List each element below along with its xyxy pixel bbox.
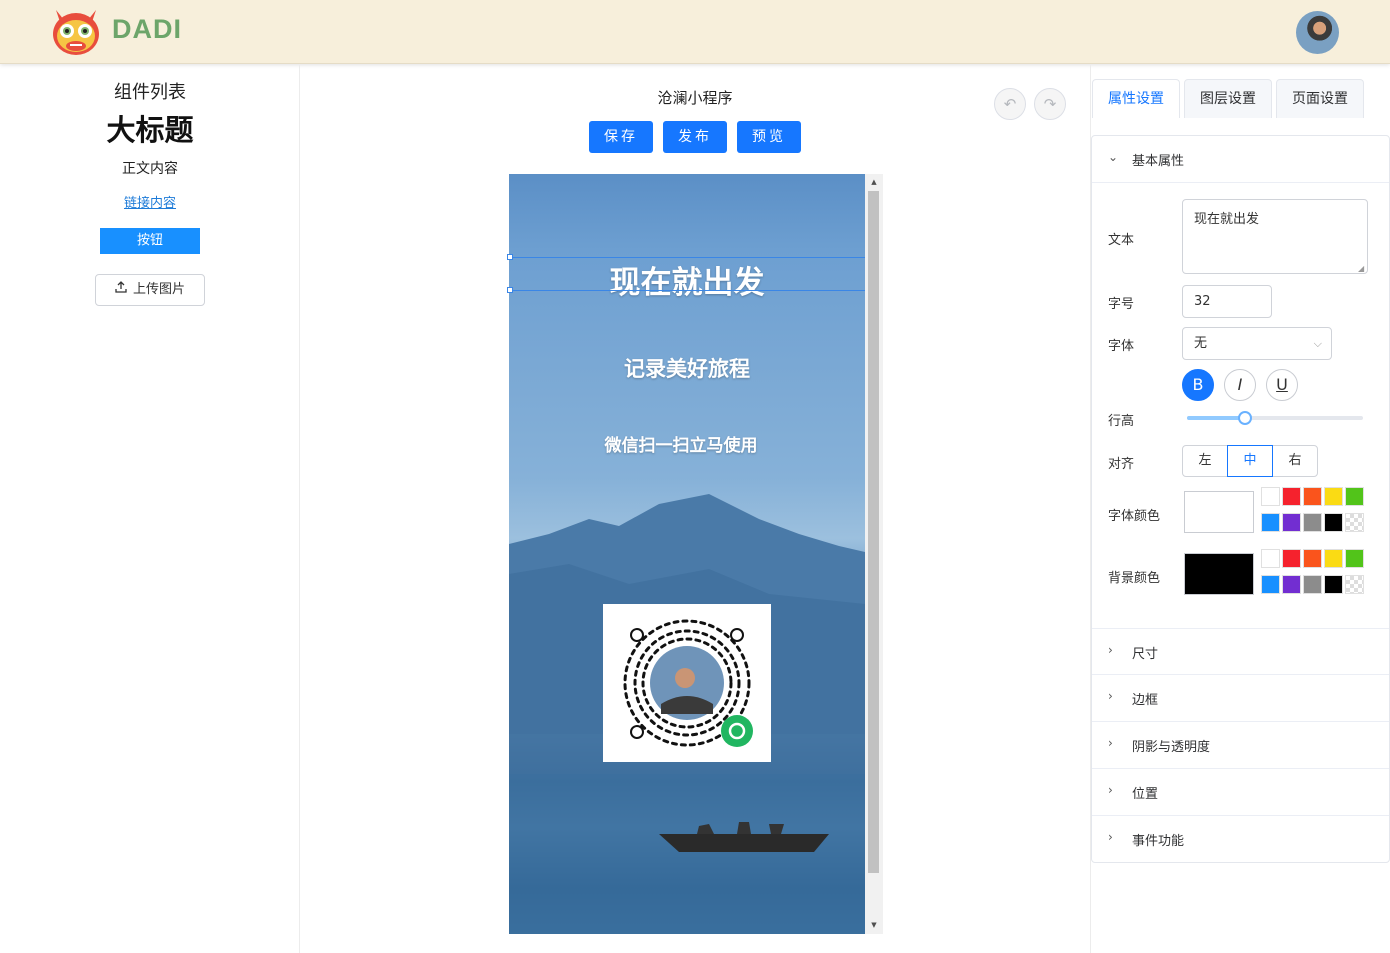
brand-name: DADI xyxy=(112,14,182,44)
bg-color-label: 背景颜色 xyxy=(1108,571,1161,586)
font-color-picker[interactable] xyxy=(1184,491,1254,533)
component-list-title: 组件列表 xyxy=(114,82,186,103)
color-swatch[interactable] xyxy=(1303,575,1322,594)
scroll-down-icon[interactable]: ▼ xyxy=(865,917,883,933)
font-color-label: 字体颜色 xyxy=(1108,509,1161,524)
preview-button[interactable]: 预览 xyxy=(737,121,801,153)
align-left-button[interactable]: 左 xyxy=(1182,445,1228,477)
section-border-label: 边框 xyxy=(1132,693,1159,708)
tab-properties[interactable]: 属性设置 xyxy=(1092,79,1180,118)
color-swatch[interactable] xyxy=(1282,575,1301,594)
line-height-slider-knob[interactable] xyxy=(1238,411,1253,425)
chevron-down-icon: ⌵ xyxy=(1313,337,1322,350)
color-swatch[interactable] xyxy=(1324,513,1343,532)
color-swatch[interactable] xyxy=(1324,487,1343,506)
resize-handle[interactable] xyxy=(507,254,513,260)
align-label: 对齐 xyxy=(1108,457,1135,472)
dragon-mascot-icon[interactable] xyxy=(50,6,102,58)
font-family-label: 字体 xyxy=(1108,339,1135,354)
bold-button[interactable]: B xyxy=(1182,369,1214,401)
chevron-right-icon: › xyxy=(1108,830,1113,844)
color-swatch[interactable] xyxy=(1303,487,1322,506)
color-swatch[interactable] xyxy=(1345,549,1364,568)
color-swatch[interactable] xyxy=(1282,549,1301,568)
line-height-label: 行高 xyxy=(1108,414,1135,429)
color-swatch[interactable] xyxy=(1345,575,1364,594)
color-swatch[interactable] xyxy=(1261,575,1280,594)
publish-button[interactable]: 发布 xyxy=(663,121,727,153)
chevron-right-icon: › xyxy=(1108,689,1113,703)
section-shadow[interactable]: › 阴影与透明度 xyxy=(1092,722,1389,769)
chevron-right-icon: › xyxy=(1108,783,1113,797)
color-swatch[interactable] xyxy=(1261,549,1280,568)
section-events[interactable]: › 事件功能 xyxy=(1092,816,1389,863)
redo-icon[interactable]: ↷ xyxy=(1034,88,1066,120)
underline-button[interactable]: U xyxy=(1266,369,1298,401)
user-avatar-icon[interactable] xyxy=(1296,11,1339,54)
bg-color-picker[interactable] xyxy=(1184,553,1254,595)
chevron-right-icon: › xyxy=(1108,736,1113,750)
color-swatch[interactable] xyxy=(1303,513,1322,532)
color-swatch[interactable] xyxy=(1324,575,1343,594)
resize-grip-icon[interactable]: ◢ xyxy=(1358,264,1364,273)
undo-icon[interactable]: ↶ xyxy=(994,88,1026,120)
section-size-label: 尺寸 xyxy=(1132,647,1159,662)
color-swatch[interactable] xyxy=(1345,487,1364,506)
canvas-text-2[interactable]: 记录美好旅程 xyxy=(509,353,865,383)
component-body-text[interactable]: 正文内容 xyxy=(0,158,300,178)
section-position-label: 位置 xyxy=(1132,787,1159,802)
line-height-slider-fill xyxy=(1187,416,1246,420)
upload-label: 上传图片 xyxy=(132,282,185,297)
upload-image-button[interactable]: 上传图片 xyxy=(95,274,205,306)
color-swatch[interactable] xyxy=(1261,513,1280,532)
component-panel: 组件列表 大标题 正文内容 链接内容 按钮 上传图片 xyxy=(0,65,300,953)
section-size[interactable]: › 尺寸 xyxy=(1092,628,1389,675)
component-link[interactable]: 链接内容 xyxy=(0,192,300,211)
scroll-up-icon[interactable]: ▲ xyxy=(865,174,883,190)
section-border[interactable]: › 边框 xyxy=(1092,675,1389,722)
chevron-down-icon: ⌄ xyxy=(1108,150,1119,164)
color-swatch[interactable] xyxy=(1261,487,1280,506)
chevron-right-icon: › xyxy=(1108,643,1113,657)
section-basic[interactable]: ⌄ 基本属性 xyxy=(1092,136,1389,183)
selection-box[interactable] xyxy=(510,257,865,291)
font-size-input[interactable]: 32 xyxy=(1182,285,1272,318)
font-family-select[interactable]: 无 ⌵ xyxy=(1182,327,1332,360)
component-heading[interactable]: 大标题 xyxy=(0,107,300,149)
section-shadow-label: 阴影与透明度 xyxy=(1132,740,1211,755)
save-button[interactable]: 保存 xyxy=(589,121,653,153)
align-center-button[interactable]: 中 xyxy=(1227,445,1273,477)
section-events-label: 事件功能 xyxy=(1132,834,1185,849)
component-button[interactable]: 按钮 xyxy=(100,228,200,254)
section-basic-label: 基本属性 xyxy=(1132,154,1185,169)
italic-button[interactable]: I xyxy=(1224,369,1256,401)
color-swatch[interactable] xyxy=(1324,549,1343,568)
font-family-value: 无 xyxy=(1194,336,1208,351)
resize-handle[interactable] xyxy=(507,287,513,293)
app-name: 沧澜小程序 xyxy=(657,89,733,107)
color-swatch[interactable] xyxy=(1303,549,1322,568)
color-swatch[interactable] xyxy=(1282,487,1301,506)
upload-icon xyxy=(115,281,127,293)
scrollbar-thumb[interactable] xyxy=(868,191,879,873)
tab-page[interactable]: 页面设置 xyxy=(1276,79,1364,118)
section-position[interactable]: › 位置 xyxy=(1092,769,1389,816)
miniprogram-qrcode-icon[interactable] xyxy=(603,604,771,762)
canvas-text-3[interactable]: 微信扫一扫立马使用 xyxy=(509,431,859,456)
text-label: 文本 xyxy=(1108,233,1135,248)
app-header: DADI xyxy=(0,0,1390,64)
color-swatch[interactable] xyxy=(1345,513,1364,532)
tab-layers[interactable]: 图层设置 xyxy=(1184,79,1272,118)
color-swatch[interactable] xyxy=(1282,513,1301,532)
align-right-button[interactable]: 右 xyxy=(1272,445,1318,477)
font-size-label: 字号 xyxy=(1108,297,1135,312)
text-input[interactable]: 现在就出发 xyxy=(1182,199,1368,274)
